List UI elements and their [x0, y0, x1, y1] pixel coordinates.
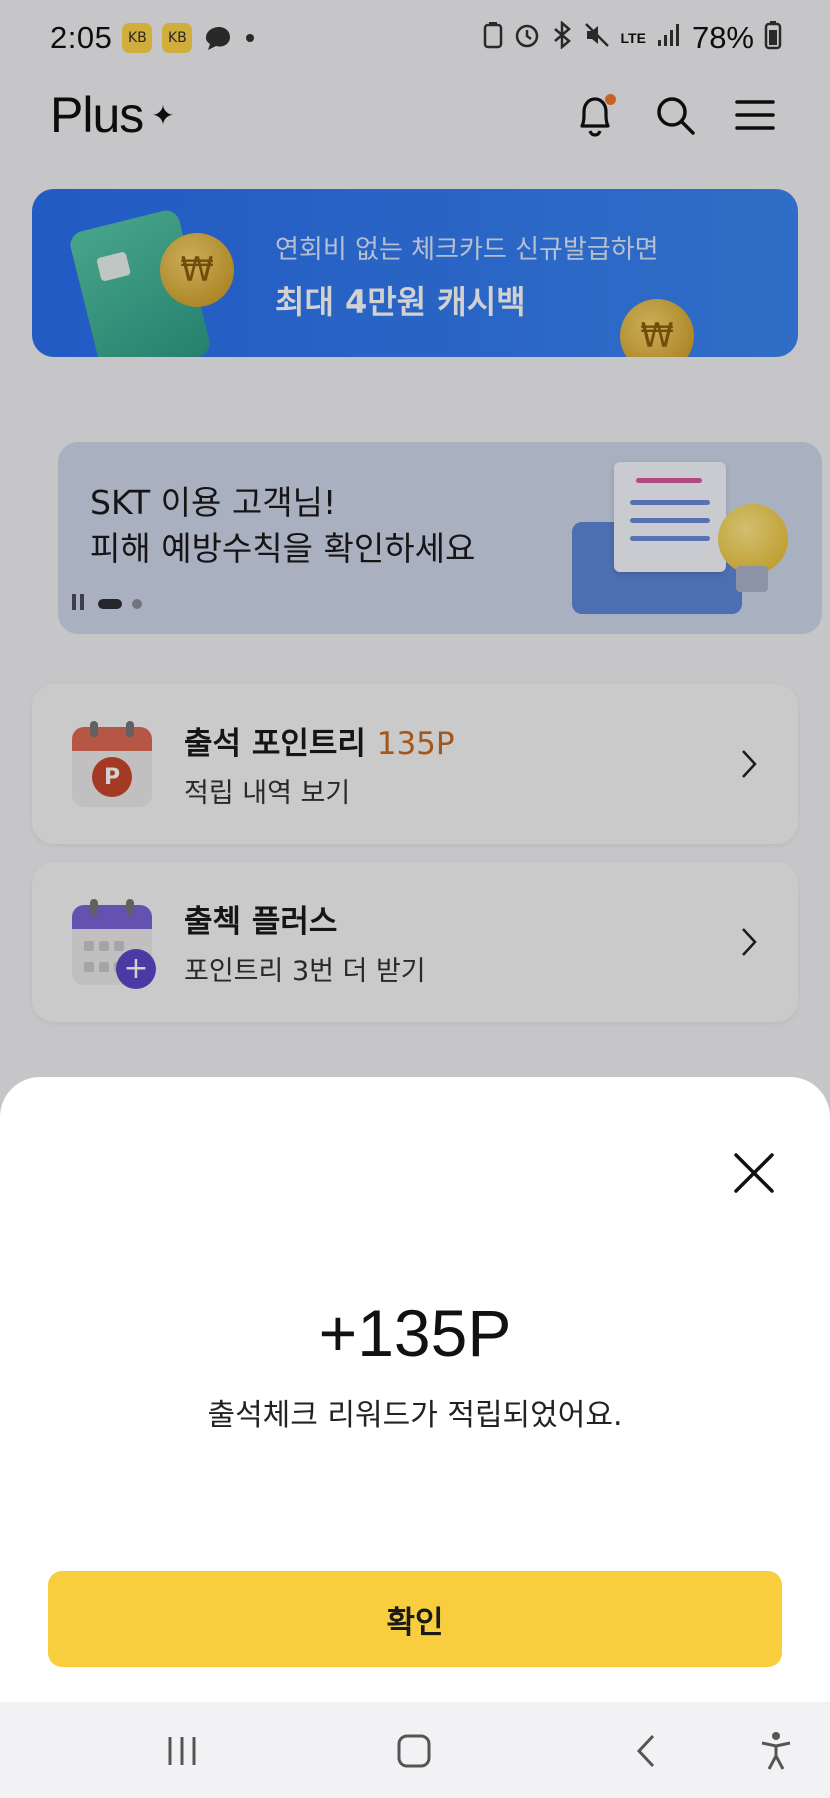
back-icon[interactable]: [616, 1726, 676, 1776]
home-icon[interactable]: [384, 1726, 444, 1776]
accessibility-icon[interactable]: [746, 1726, 806, 1776]
system-nav-bar: [0, 1702, 830, 1798]
reward-message: 출석체크 리워드가 적립되었어요.: [207, 1398, 623, 1433]
reward-points: +135P: [318, 1296, 512, 1370]
reward-bottom-sheet: +135P 출석체크 리워드가 적립되었어요. 확인: [0, 1077, 830, 1702]
close-icon[interactable]: [728, 1147, 780, 1199]
recent-apps-icon[interactable]: [152, 1726, 212, 1776]
app-screen: 2:05 KB KB LTE 78% Plus ✦ ₩ ₩ 연회비 없는 체크카…: [0, 0, 830, 1798]
confirm-button[interactable]: 확인: [48, 1571, 782, 1667]
